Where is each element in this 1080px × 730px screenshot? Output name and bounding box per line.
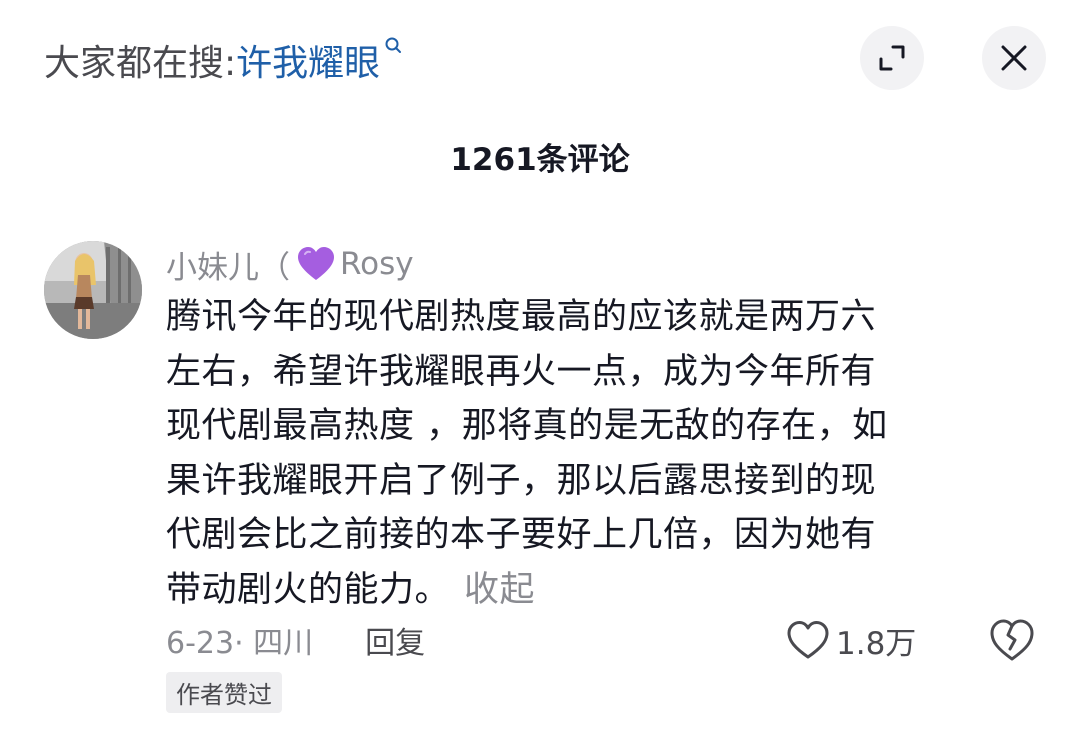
comment-line: 现代剧最高热度 ，那将真的是无敌的存在，如 (166, 406, 888, 446)
close-button[interactable] (982, 26, 1046, 90)
avatar-photo (44, 241, 142, 339)
avatar[interactable] (44, 241, 142, 339)
broken-heart-icon[interactable] (988, 616, 1036, 664)
comment-text: 腾讯今年的现代剧热度最高的应该就是两万六 左右，希望许我耀眼再火一点，成为今年所… (166, 290, 1016, 617)
close-icon (1001, 45, 1027, 71)
username-suffix: Rosy (340, 246, 414, 282)
comment-line: 带动剧火的能力。 (166, 569, 451, 610)
comment-username[interactable]: 小妹儿（ Rosy (166, 242, 414, 286)
expand-button[interactable] (860, 26, 924, 90)
search-icon (385, 37, 402, 53)
heart-icon (787, 621, 829, 659)
author-liked-badge: 作者赞过 (166, 672, 282, 713)
search-suggestion[interactable]: 大家都在搜: 许我耀眼 (44, 30, 402, 90)
purple-heart-icon (298, 247, 334, 280)
comment-line: 代剧会比之前接的本子要好上几倍，因为她有 (166, 515, 877, 555)
collapse-button[interactable]: 收起 (464, 570, 535, 610)
comment-count-title: 1261条评论 (450, 142, 630, 178)
like-button[interactable]: 1.8万 (786, 614, 916, 666)
username-prefix: 小妹儿（ (166, 249, 290, 286)
comment-meta: 6-23· 四川 回复 (166, 616, 425, 664)
comment-line: 左右，希望许我耀眼再火一点，成为今年所有 (166, 351, 877, 392)
expand-icon (879, 45, 905, 71)
like-count: 1.8万 (836, 625, 917, 662)
comment-last-line: 带动剧火的能力。 收起 (166, 563, 1016, 618)
comment-date-location: 6-23· 四川 (166, 626, 314, 661)
comment-line: 果许我耀眼开启了例子，那以后露思接到的现 (166, 460, 877, 501)
search-prefix-label: 大家都在搜: (44, 43, 237, 84)
comment-line: 腾讯今年的现代剧热度最高的应该就是两万六 (166, 297, 877, 337)
search-term-link[interactable]: 许我耀眼 (236, 34, 380, 86)
reply-button[interactable]: 回复 (365, 618, 425, 662)
